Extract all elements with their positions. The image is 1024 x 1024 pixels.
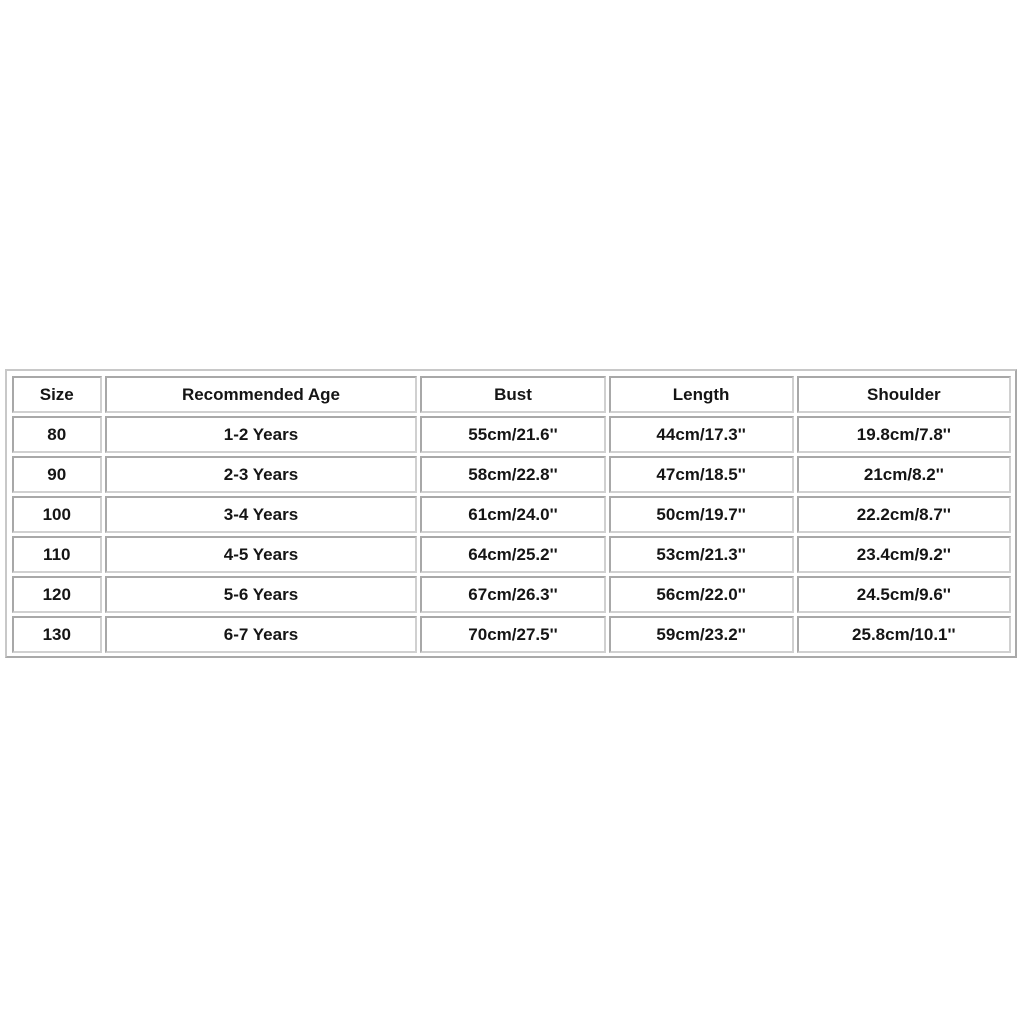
header-row: Size Recommended Age Bust Length Shoulde… (12, 376, 1011, 413)
header-bust: Bust (420, 376, 606, 413)
cell-length: 53cm/21.3'' (608, 536, 794, 573)
cell-shoulder: 24.5cm/9.6'' (796, 576, 1011, 613)
size-chart: Size Recommended Age Bust Length Shoulde… (5, 369, 1017, 658)
header-recommended-age: Recommended Age (104, 376, 418, 413)
table-row: 90 2-3 Years 58cm/22.8'' 47cm/18.5'' 21c… (12, 456, 1011, 493)
header-size: Size (12, 376, 102, 413)
cell-age: 6-7 Years (104, 616, 418, 653)
cell-age: 5-6 Years (104, 576, 418, 613)
table-row: 130 6-7 Years 70cm/27.5'' 59cm/23.2'' 25… (12, 616, 1011, 653)
cell-size: 100 (12, 496, 102, 533)
cell-size: 120 (12, 576, 102, 613)
cell-shoulder: 19.8cm/7.8'' (796, 416, 1011, 453)
table-row: 100 3-4 Years 61cm/24.0'' 50cm/19.7'' 22… (12, 496, 1011, 533)
cell-size: 90 (12, 456, 102, 493)
size-chart-table: Size Recommended Age Bust Length Shoulde… (9, 373, 1014, 656)
header-shoulder: Shoulder (796, 376, 1011, 413)
cell-length: 56cm/22.0'' (608, 576, 794, 613)
cell-age: 4-5 Years (104, 536, 418, 573)
cell-bust: 58cm/22.8'' (420, 456, 606, 493)
cell-age: 2-3 Years (104, 456, 418, 493)
cell-size: 130 (12, 616, 102, 653)
cell-shoulder: 21cm/8.2'' (796, 456, 1011, 493)
cell-length: 47cm/18.5'' (608, 456, 794, 493)
table-row: 120 5-6 Years 67cm/26.3'' 56cm/22.0'' 24… (12, 576, 1011, 613)
cell-length: 59cm/23.2'' (608, 616, 794, 653)
cell-age: 3-4 Years (104, 496, 418, 533)
cell-shoulder: 22.2cm/8.7'' (796, 496, 1011, 533)
cell-shoulder: 25.8cm/10.1'' (796, 616, 1011, 653)
table-row: 110 4-5 Years 64cm/25.2'' 53cm/21.3'' 23… (12, 536, 1011, 573)
cell-shoulder: 23.4cm/9.2'' (796, 536, 1011, 573)
cell-bust: 67cm/26.3'' (420, 576, 606, 613)
header-length: Length (608, 376, 794, 413)
table-row: 80 1-2 Years 55cm/21.6'' 44cm/17.3'' 19.… (12, 416, 1011, 453)
cell-length: 50cm/19.7'' (608, 496, 794, 533)
cell-bust: 61cm/24.0'' (420, 496, 606, 533)
cell-bust: 70cm/27.5'' (420, 616, 606, 653)
cell-size: 110 (12, 536, 102, 573)
cell-bust: 64cm/25.2'' (420, 536, 606, 573)
cell-size: 80 (12, 416, 102, 453)
cell-length: 44cm/17.3'' (608, 416, 794, 453)
cell-bust: 55cm/21.6'' (420, 416, 606, 453)
cell-age: 1-2 Years (104, 416, 418, 453)
